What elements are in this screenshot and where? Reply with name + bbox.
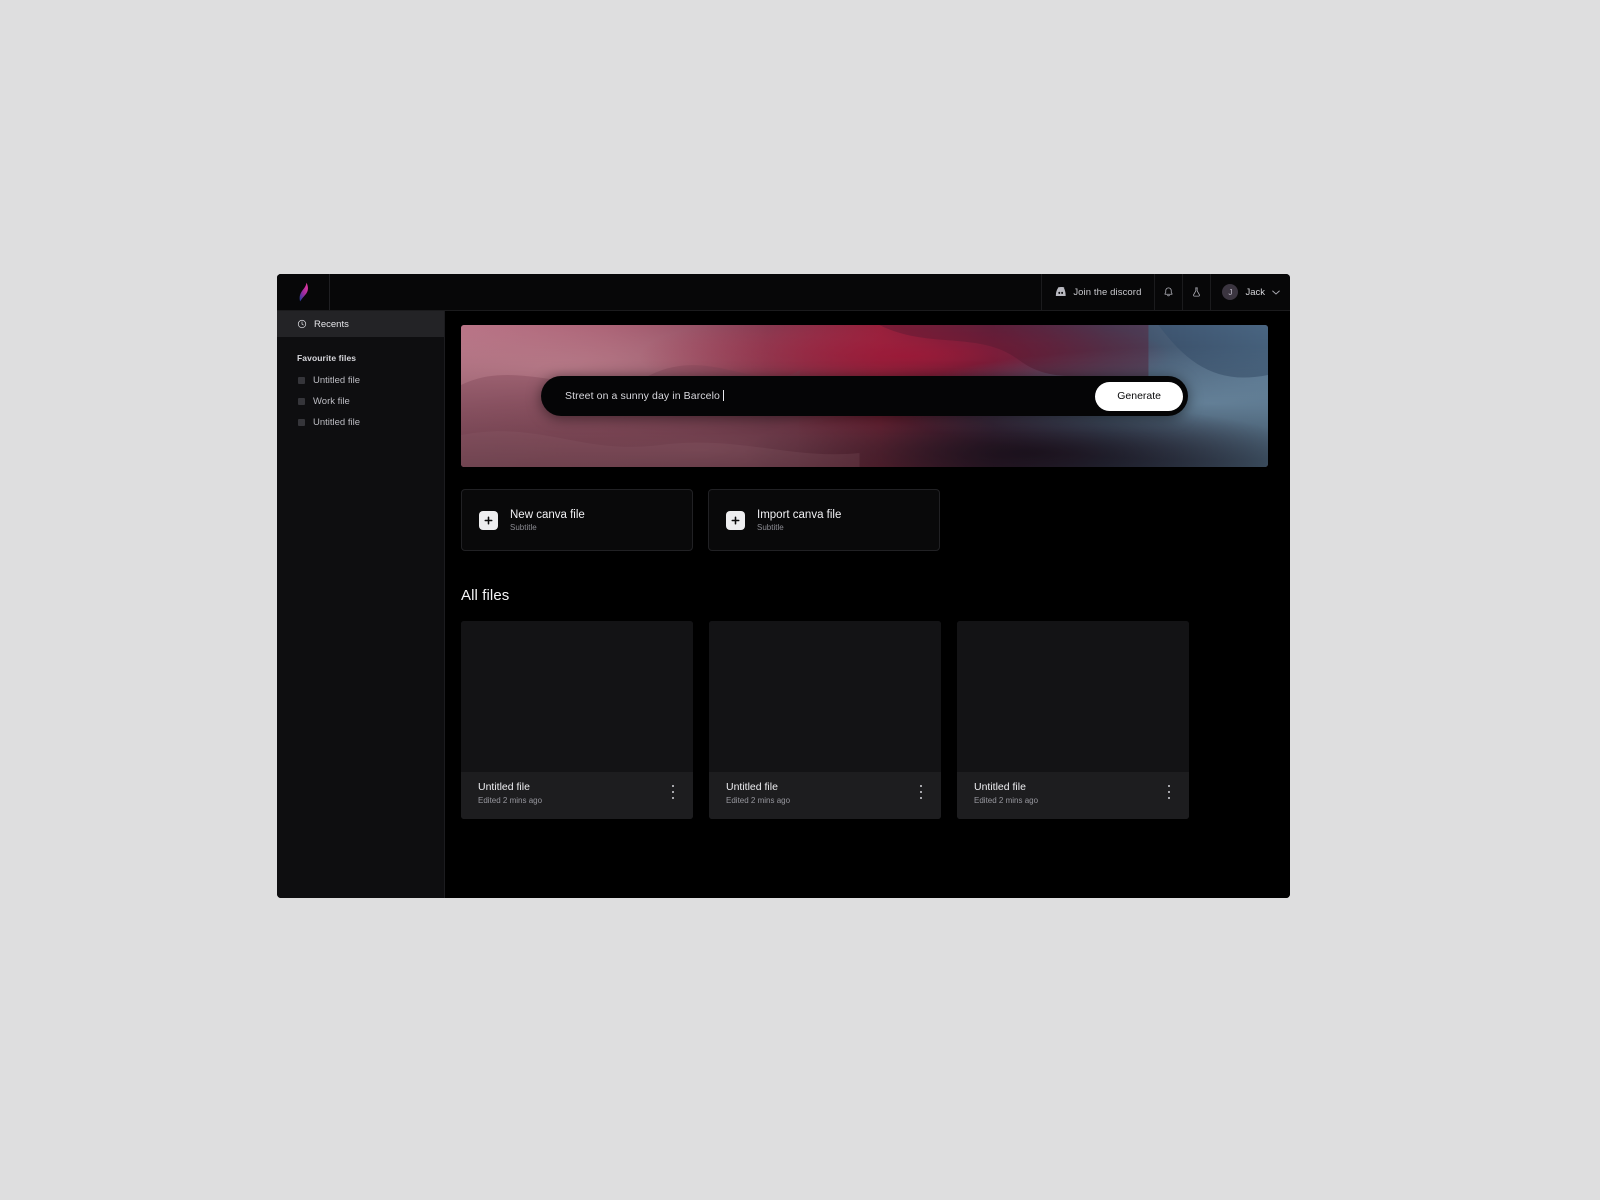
import-canva-file-title: Import canva file: [757, 508, 842, 521]
file-name: Untitled file: [974, 781, 1026, 793]
hero-banner: Street on a sunny day in Barcelo Generat…: [461, 325, 1268, 467]
kebab-menu-icon[interactable]: [667, 784, 679, 800]
top-bar: Join the discord J Jack: [277, 274, 1290, 311]
prompt-input-bar[interactable]: Street on a sunny day in Barcelo Generat…: [541, 376, 1188, 416]
file-meta: Edited 2 mins ago: [974, 796, 1039, 805]
plus-icon: [726, 510, 745, 530]
sidebar-favourite-label: Untitled file: [313, 375, 360, 386]
bell-icon: [1164, 287, 1173, 297]
import-canva-file-subtitle: Subtitle: [757, 522, 784, 532]
file-meta: Edited 2 mins ago: [726, 796, 791, 805]
sidebar-favourite-item[interactable]: Untitled file: [277, 370, 444, 391]
sidebar-item-recents[interactable]: Recents: [277, 311, 444, 337]
page-title: All files: [461, 587, 510, 604]
app-window: Join the discord J Jack Recents Favourit…: [277, 274, 1290, 898]
clock-icon: [297, 319, 307, 329]
notifications-button[interactable]: [1154, 274, 1182, 310]
prompt-input[interactable]: Street on a sunny day in Barcelo: [565, 390, 1095, 402]
new-canva-file-subtitle: Subtitle: [510, 522, 537, 532]
file-name: Untitled file: [478, 781, 530, 793]
file-card[interactable]: Untitled file Edited 2 mins ago: [461, 621, 693, 819]
flask-icon: [1193, 287, 1201, 297]
sidebar: Recents Favourite files Untitled file Wo…: [277, 311, 445, 898]
discord-icon: [1055, 283, 1067, 301]
top-bar-actions: Join the discord J Jack: [1041, 274, 1290, 310]
chevron-down-icon: [1272, 290, 1280, 294]
import-canva-file-card[interactable]: Import canva file Subtitle: [708, 489, 940, 551]
new-canva-file-card[interactable]: New canva file Subtitle: [461, 489, 693, 551]
file-card-footer: Untitled file Edited 2 mins ago: [461, 772, 693, 819]
sidebar-favourite-label: Untitled file: [313, 417, 360, 428]
file-square-icon: [298, 377, 305, 384]
prompt-input-value: Street on a sunny day in Barcelo: [565, 390, 720, 402]
sidebar-favourite-item[interactable]: Work file: [277, 391, 444, 412]
file-thumbnail: [461, 621, 693, 772]
app-body: Recents Favourite files Untitled file Wo…: [277, 311, 1290, 898]
user-name-label: Jack: [1245, 286, 1265, 298]
flame-logo-icon: [299, 282, 308, 302]
sidebar-favourite-label: Work file: [313, 396, 350, 407]
files-grid: Untitled file Edited 2 mins ago Untitled…: [461, 621, 1268, 819]
file-card[interactable]: Untitled file Edited 2 mins ago: [709, 621, 941, 819]
favourite-files-header: Favourite files: [297, 353, 357, 363]
file-thumbnail: [957, 621, 1189, 772]
new-canva-file-title: New canva file: [510, 508, 585, 521]
file-card-footer: Untitled file Edited 2 mins ago: [957, 772, 1189, 819]
file-square-icon: [298, 398, 305, 405]
avatar: J: [1222, 284, 1239, 300]
file-card-footer: Untitled file Edited 2 mins ago: [709, 772, 941, 819]
join-discord-button[interactable]: Join the discord: [1041, 274, 1154, 310]
kebab-menu-icon[interactable]: [915, 784, 927, 800]
generate-button[interactable]: Generate: [1095, 381, 1183, 411]
action-cards: New canva file Subtitle Import canva fil…: [461, 489, 1268, 551]
file-thumbnail: [709, 621, 941, 772]
labs-button[interactable]: [1182, 274, 1210, 310]
user-menu[interactable]: J Jack: [1210, 274, 1290, 310]
sidebar-item-recents-label: Recents: [314, 318, 349, 330]
top-bar-spacer: [330, 274, 1041, 310]
app-logo[interactable]: [277, 274, 330, 310]
file-card[interactable]: Untitled file Edited 2 mins ago: [957, 621, 1189, 819]
file-square-icon: [298, 419, 305, 426]
main-content: Street on a sunny day in Barcelo Generat…: [445, 311, 1290, 898]
file-name: Untitled file: [726, 781, 778, 793]
join-discord-label: Join the discord: [1073, 286, 1142, 298]
file-meta: Edited 2 mins ago: [478, 796, 543, 805]
favourite-files-list: Untitled file Work file Untitled file: [277, 363, 444, 433]
text-caret: [722, 390, 724, 401]
sidebar-favourite-item[interactable]: Untitled file: [277, 412, 444, 433]
kebab-menu-icon[interactable]: [1163, 784, 1175, 800]
plus-icon: [479, 510, 498, 530]
